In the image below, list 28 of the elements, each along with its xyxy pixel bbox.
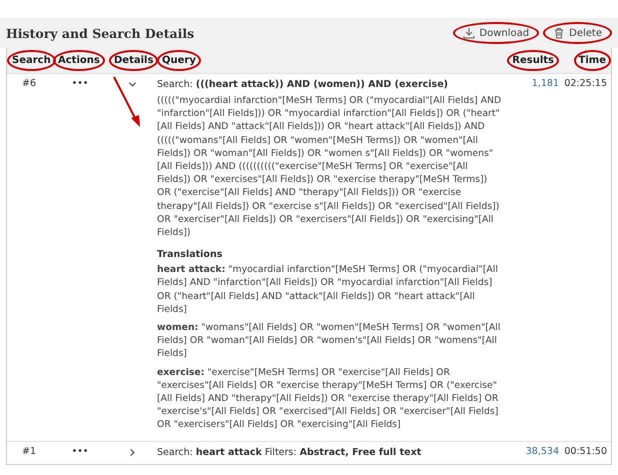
column-header: Details	[109, 50, 158, 71]
download-button[interactable]: Download	[453, 22, 540, 44]
actions-menu[interactable]: •••	[53, 78, 107, 437]
results-link[interactable]: 1,181	[505, 78, 559, 437]
translation-text: heart attack: "myocardial infarction"[MeSH Terms] OR ("myocardial"[All Fields] AND "infarction"[All Fields]) OR "myocardial infarction"[All Fields] OR ("heart"[All Fields] AND "attack"[All Fields]) OR "heart attack"[All Fields]	[157, 263, 499, 316]
query-details: ((((("myocardial infarction"[MeSH Terms] OR ("myocardial"[All Fields] AND "infarction"[All Fields])) OR "myocardial infarction"[All Fields]) OR ("heart"[All Fields] AND "attack"[All Fields])) OR "heart attack"[All Fields]) AND ((((("womans"[All Fields] OR "women"[MeSH Terms]) OR "women"[All Fields]) OR "woman"[All Fields]) OR "women s"[All Fields]) OR "womens"[All Fields])) AND (((((((((("exercise"[MeSH Terms] OR "exercise"[All Fields]) OR "exercises"[All Fields]) OR "exercise therapy"[MeSH Terms]) OR ("exercise"[All Fields] AND "therapy"[All Fields])) OR "exercise therapy"[All Fields]) OR "exercise s"[All Fields]) OR "exercised"[All Fields]) OR "exerciser"[All Fields]) OR "exercisers"[All Fields]) OR "exercising"[All Fields])	[157, 94, 502, 240]
time-text: 00:51:50	[563, 446, 608, 459]
query-text: Search: (((heart attack)) AND (women)) AND (exercise)	[157, 78, 449, 92]
delete-button[interactable]: Delete	[543, 22, 612, 44]
column-header: Search	[7, 50, 56, 71]
query-text: Search: heart attack Filters: Abstract, Free full text	[157, 446, 422, 460]
actions-menu[interactable]: •••	[53, 446, 107, 460]
search-number: #1	[20, 446, 37, 459]
panel-title: History and Search Details	[6, 26, 196, 40]
translation-text: women: "womans"[All Fields] OR "women"[MeSH Terms] OR "women"[All Fields] OR "woman"[All Fields] OR "women's"[All Fields] OR "womens"[All Fields]	[157, 321, 502, 361]
column-header: Query	[157, 50, 201, 71]
download-icon	[463, 27, 476, 39]
time-text: 02:25:15	[563, 78, 608, 91]
trash-icon	[553, 27, 566, 39]
chevron-down-icon[interactable]	[128, 80, 136, 89]
translations-heading: Translations	[157, 249, 224, 260]
column-header: Actions	[53, 50, 105, 71]
chevron-right-icon[interactable]	[128, 448, 136, 457]
translation-text: exercise: "exercise"[MeSH Terms] OR "exercise"[All Fields] OR "exercises"[All Fields] OR "exercise therapy"[MeSH Terms] OR ("exercise"[All Fields] AND "therapy"[All Fields]) OR "exercise therapy"[All Fields] OR "exercise's"[All Fields] OR "exercised"[All Fields] OR "exerciser"[All Fields] OR "exercisers"[All Fields] OR "exercising"[All Fields]	[157, 366, 500, 432]
search-number: #6	[20, 78, 37, 91]
column-header: Time	[574, 50, 611, 71]
column-header: Results	[507, 50, 559, 71]
results-link[interactable]: 38,534	[505, 446, 559, 460]
